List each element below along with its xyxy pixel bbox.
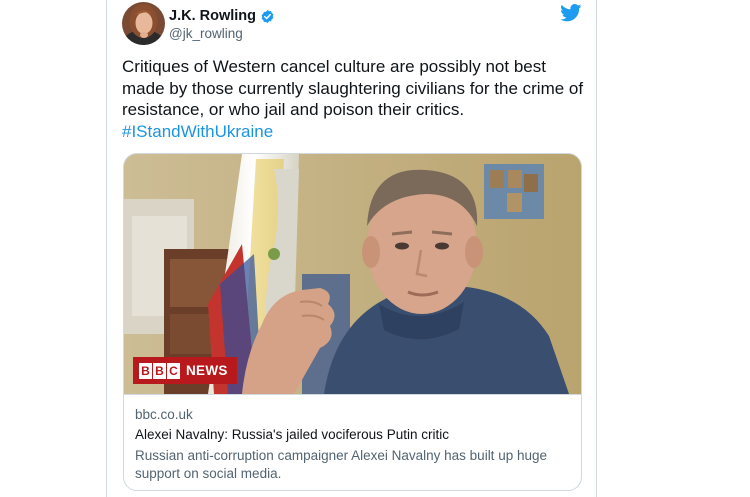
preview-image[interactable]: B B C NEWS [124, 154, 581, 394]
link-domain: bbc.co.uk [135, 407, 193, 422]
link-description: Russian anti-corruption campaigner Alexe… [135, 448, 547, 481]
link-preview-card[interactable]: B B C NEWS bbc.co.uk Alexei Navalny: Rus… [123, 153, 582, 491]
tweet-card: J.K. Rowling @jk_rowling Critiques of We… [106, 0, 597, 497]
bbc-news-logo: B B C NEWS [133, 357, 237, 384]
bbc-news-word: NEWS [186, 363, 228, 378]
tweet-body: Critiques of Western cancel culture are … [122, 57, 584, 119]
verified-badge-icon [261, 9, 274, 23]
bbc-logo-letter: B [139, 362, 152, 379]
twitter-bird-icon[interactable] [560, 4, 582, 22]
tweet-text: Critiques of Western cancel culture are … [122, 56, 592, 142]
bbc-logo-letter: C [167, 362, 180, 379]
author-name[interactable]: J.K. Rowling [169, 8, 256, 24]
avatar-photo [122, 2, 165, 45]
hashtag-link[interactable]: #IStandWithUkraine [122, 121, 273, 143]
author-row: J.K. Rowling [169, 6, 275, 26]
bbc-logo-letter: B [153, 362, 166, 379]
link-title: Alexei Navalny: Russia's jailed vocifero… [135, 427, 449, 442]
avatar[interactable] [122, 2, 165, 45]
link-preview-info[interactable]: bbc.co.uk Alexei Navalny: Russia's jaile… [124, 394, 581, 490]
author-handle[interactable]: @jk_rowling [169, 26, 243, 41]
